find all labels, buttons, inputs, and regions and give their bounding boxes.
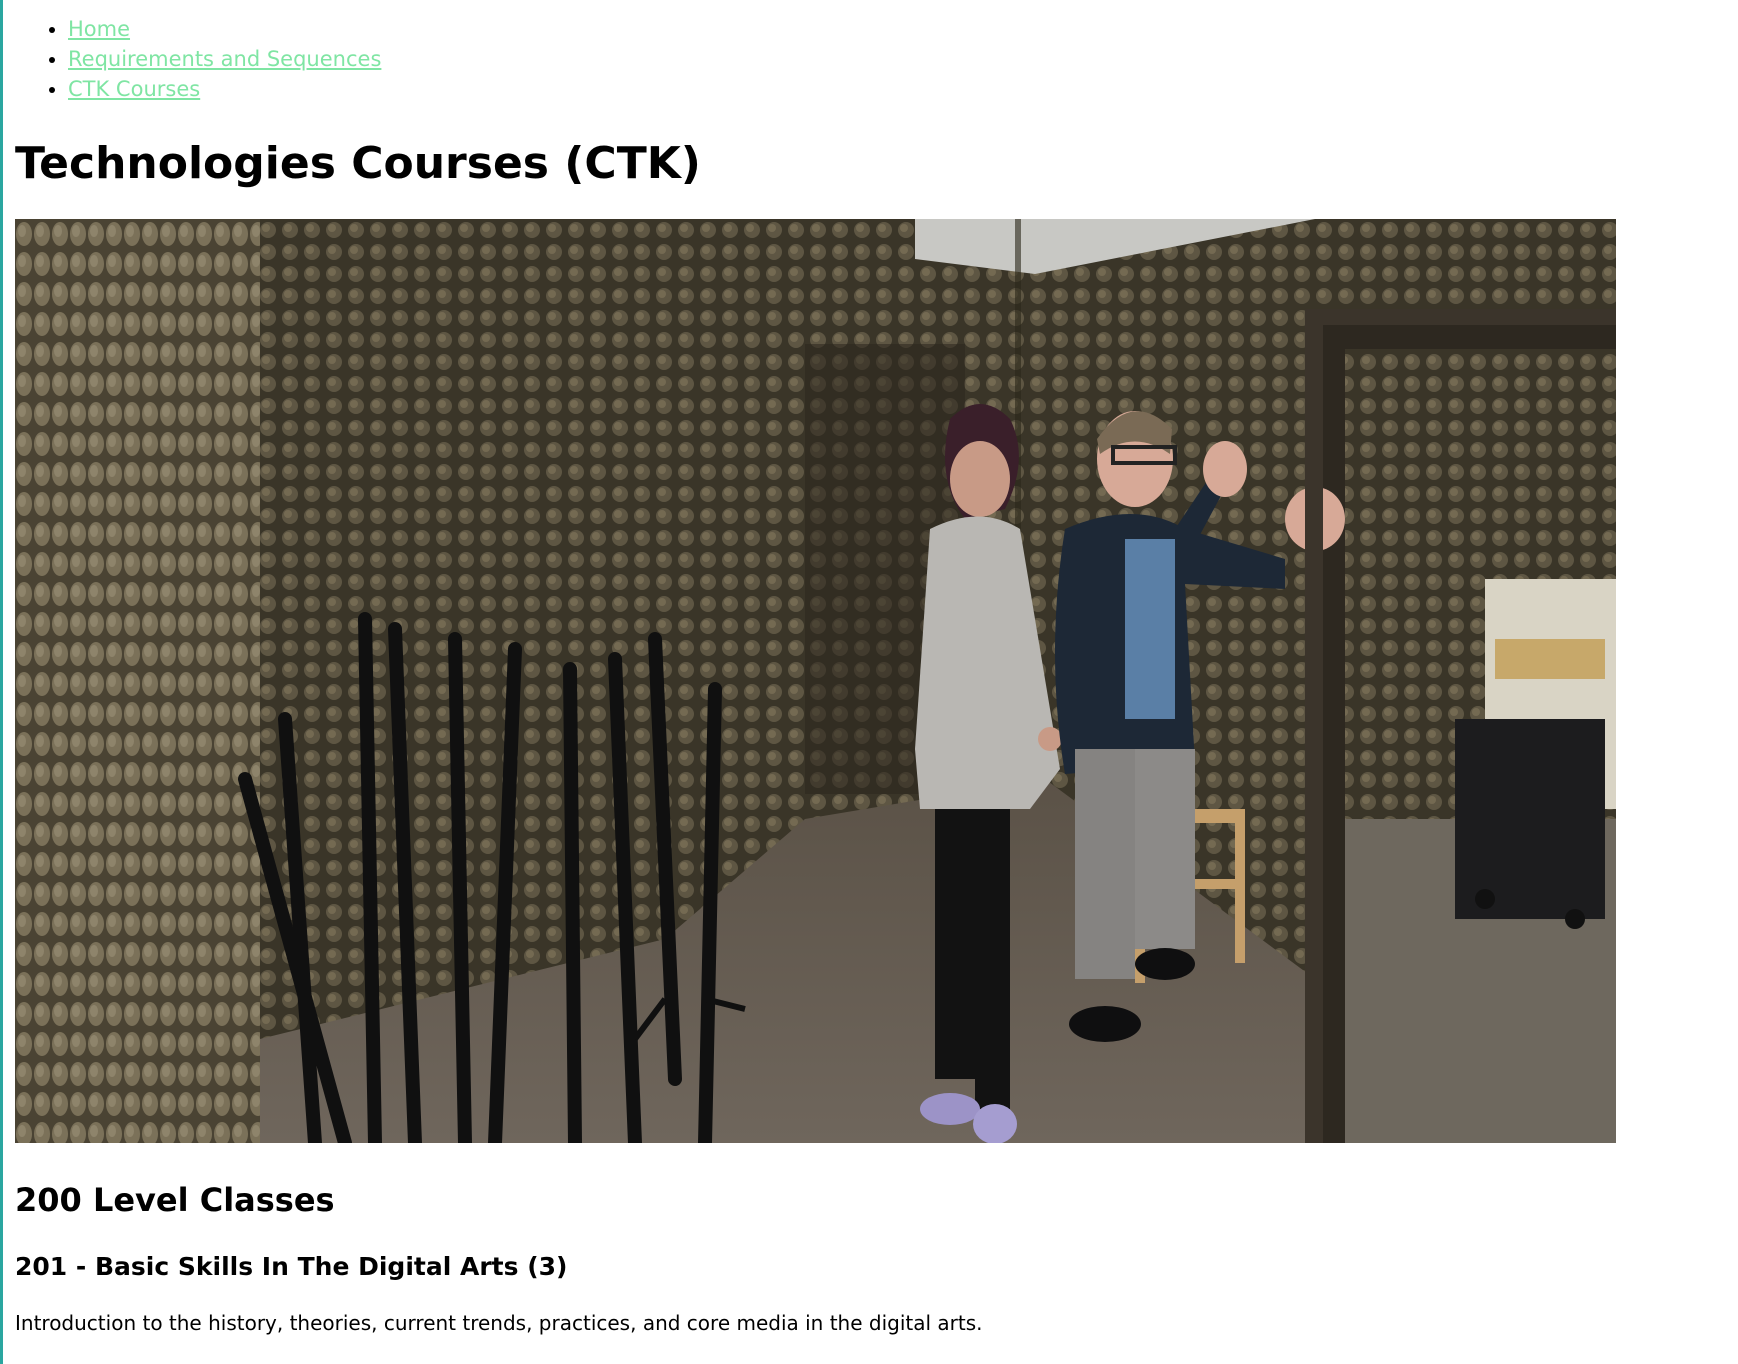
page-title: Technologies Courses (CTK) <box>15 138 701 189</box>
nav-item-ctk-courses: CTK Courses <box>68 74 381 104</box>
photo-acoustic-studio-icon <box>15 219 1616 1143</box>
nav-item-requirements: Requirements and Sequences <box>68 44 381 74</box>
nav-item-home: Home <box>68 14 381 44</box>
breadcrumb-nav: Home Requirements and Sequences CTK Cour… <box>40 14 381 104</box>
requirements-and-sequences-link[interactable]: Requirements and Sequences <box>68 47 381 71</box>
course-title: 201 - Basic Skills In The Digital Arts (… <box>15 1252 568 1281</box>
course-description: Introduction to the history, theories, c… <box>15 1311 983 1335</box>
hero-photo <box>15 219 1616 1143</box>
section-heading: 200 Level Classes <box>15 1181 335 1219</box>
home-link[interactable]: Home <box>68 17 130 41</box>
left-border-rule <box>0 0 3 1364</box>
ctk-courses-link[interactable]: CTK Courses <box>68 77 200 101</box>
